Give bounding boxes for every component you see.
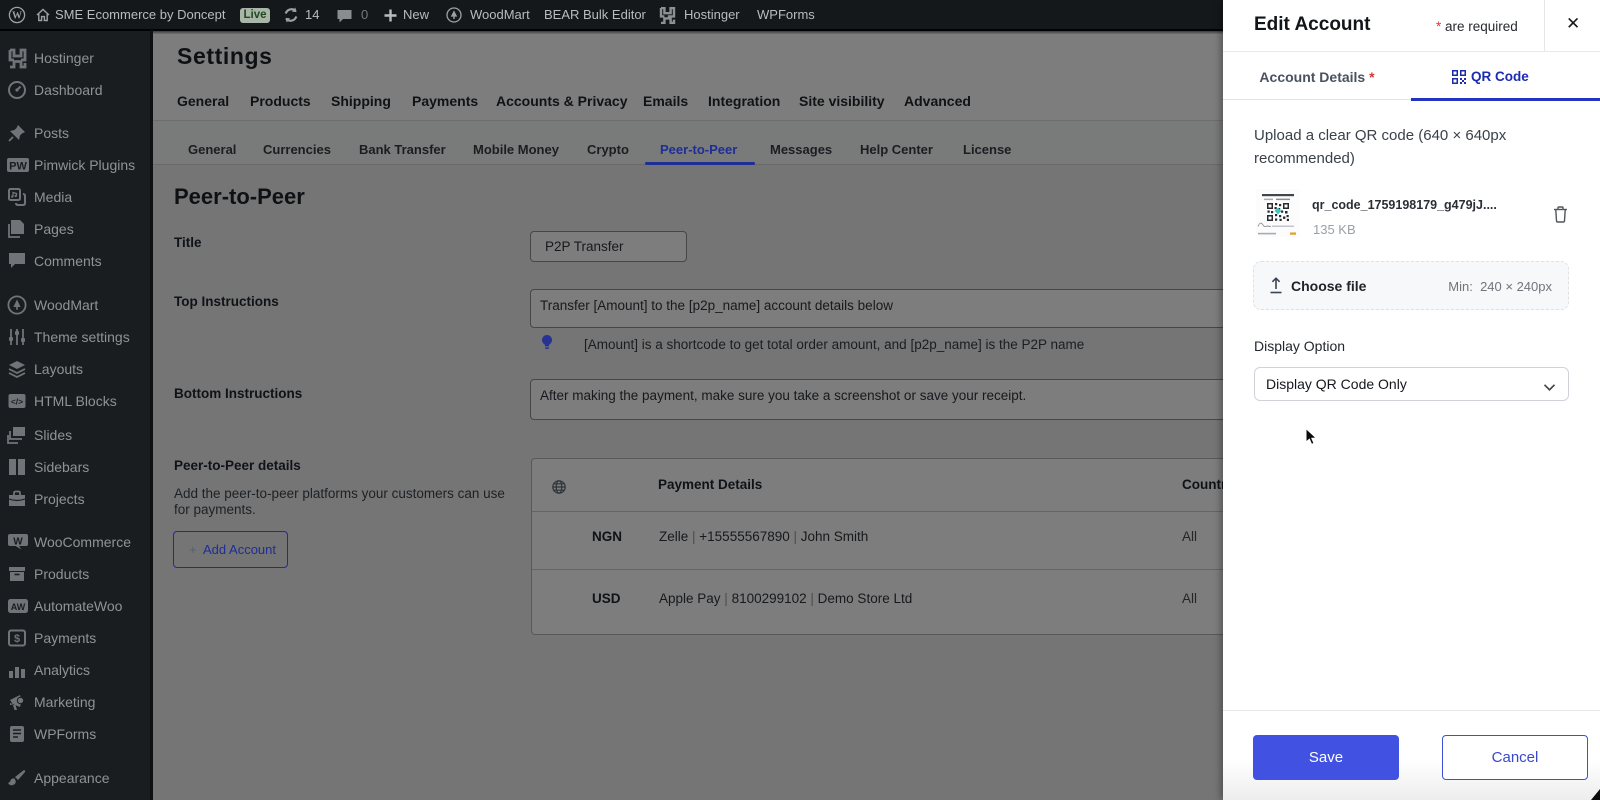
svg-text:AW: AW	[11, 602, 26, 612]
svg-text:W: W	[12, 11, 22, 22]
svg-text:</>: </>	[11, 397, 23, 407]
svg-text:$: $	[14, 633, 20, 645]
svg-text:PW: PW	[9, 161, 27, 173]
svg-text:W: W	[13, 537, 23, 548]
